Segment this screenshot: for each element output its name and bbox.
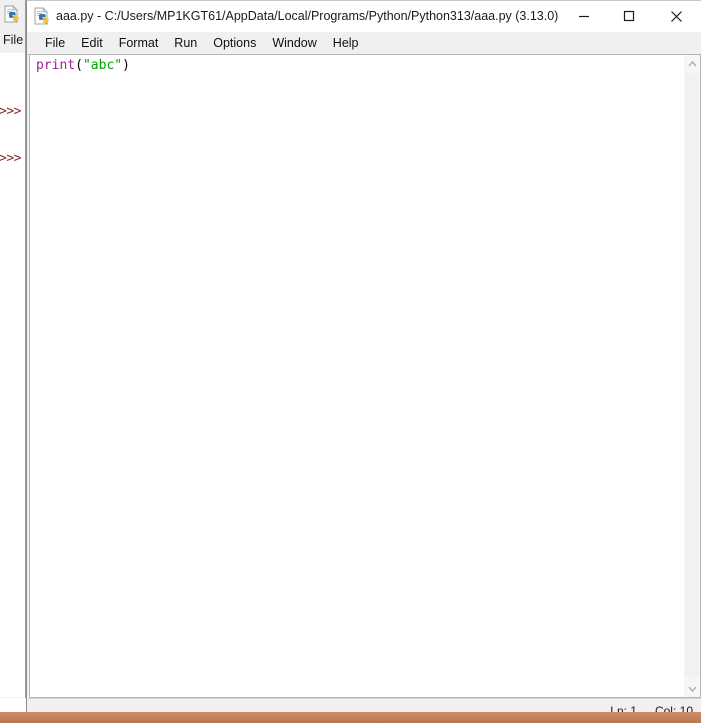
scrollbar-thumb[interactable]: [685, 73, 699, 677]
minimize-button[interactable]: [561, 1, 606, 31]
code-token-close-paren: ): [122, 58, 130, 73]
screen: File >>> >>> aaa.py - C:/Users/MP1KGT61/…: [0, 0, 701, 723]
background-window-titlebar[interactable]: [0, 0, 25, 31]
titlebar[interactable]: aaa.py - C:/Users/MP1KGT61/AppData/Local…: [27, 1, 701, 33]
background-shell-client[interactable]: >>> >>>: [0, 53, 25, 697]
scroll-up-button[interactable]: [684, 55, 700, 72]
python-file-icon: [3, 5, 21, 23]
menu-item-help[interactable]: Help: [325, 32, 367, 54]
code-editor[interactable]: print("abc"): [29, 54, 684, 698]
chevron-down-icon: [688, 686, 696, 692]
scroll-down-button[interactable]: [684, 680, 700, 697]
menubar-items: File Edit Format Run Options Window Help: [37, 32, 367, 54]
menu-item-edit[interactable]: Edit: [73, 32, 111, 54]
window-title: aaa.py - C:/Users/MP1KGT61/AppData/Local…: [56, 9, 559, 23]
menu-item-file[interactable]: File: [37, 32, 73, 54]
menubar[interactable]: File Edit Format Run Options Window Help: [27, 32, 701, 55]
shell-prompt: >>>: [0, 151, 21, 166]
shell-prompt: >>>: [0, 104, 21, 119]
menu-item-options[interactable]: Options: [205, 32, 264, 54]
close-button[interactable]: [652, 1, 701, 31]
background-shell-window[interactable]: File >>> >>>: [0, 0, 26, 698]
close-icon: [671, 10, 682, 22]
editor-vertical-scrollbar[interactable]: [684, 54, 701, 698]
chevron-up-icon: [688, 60, 696, 66]
python-file-icon: [33, 7, 51, 25]
maximize-button[interactable]: [606, 1, 651, 31]
menu-item-run[interactable]: Run: [166, 32, 205, 54]
minimize-icon: [578, 15, 589, 18]
menu-item-format[interactable]: Format: [111, 32, 167, 54]
idle-editor-window: aaa.py - C:/Users/MP1KGT61/AppData/Local…: [26, 0, 701, 721]
menu-item-window[interactable]: Window: [264, 32, 324, 54]
code-token-string: "abc": [82, 58, 123, 73]
background-menu-item-file[interactable]: File: [3, 33, 23, 47]
maximize-icon: [623, 10, 634, 22]
desktop-taskbar-strip: [0, 712, 701, 723]
code-token-open-paren: (: [75, 58, 83, 73]
code-token-builtin: print: [36, 58, 76, 73]
code-line-1: print("abc"): [36, 58, 130, 74]
